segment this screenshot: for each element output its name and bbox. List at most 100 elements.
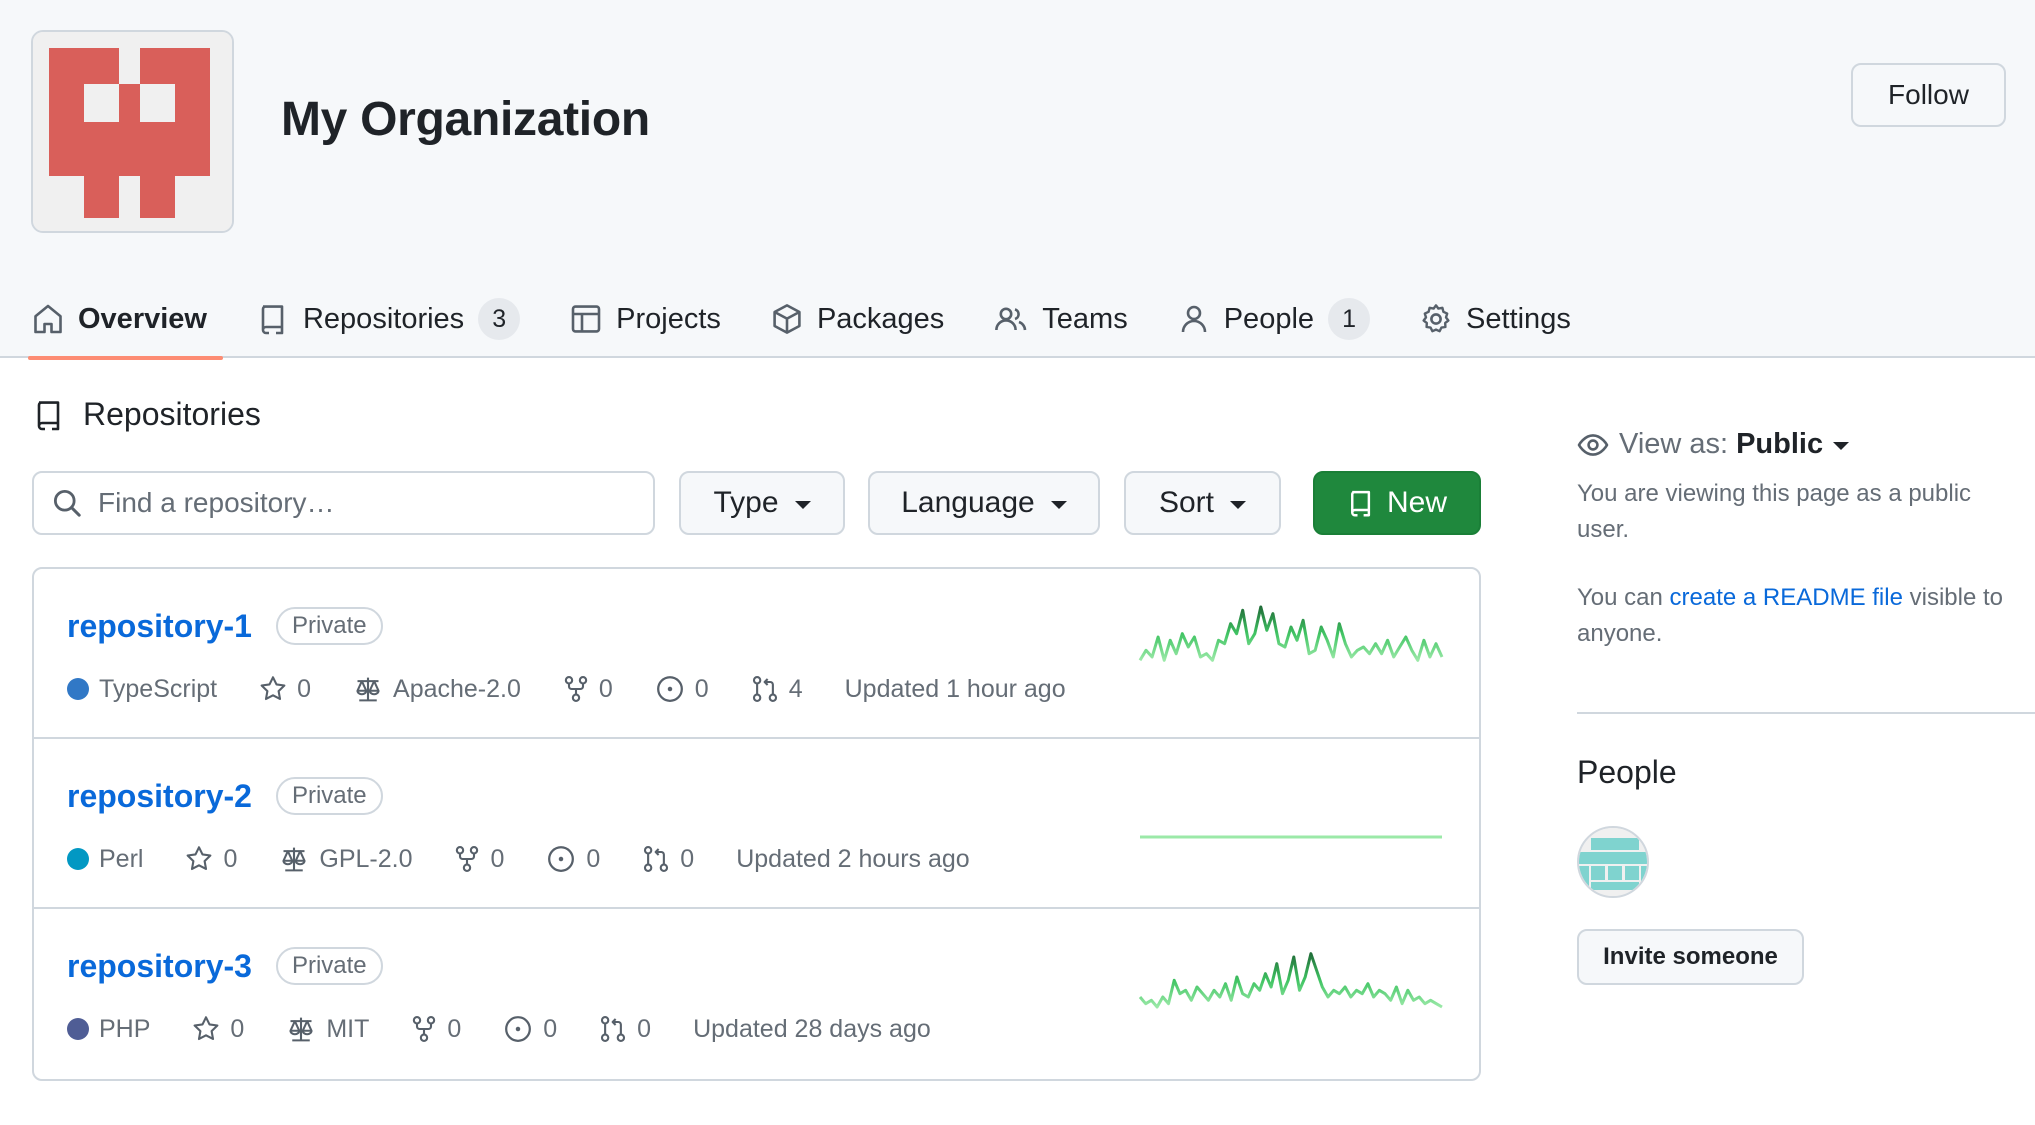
- repo-name-link[interactable]: repository-3: [67, 948, 252, 985]
- tab-people[interactable]: People 1: [1178, 280, 1371, 358]
- pull-request-icon: [751, 675, 779, 703]
- repo-search-box[interactable]: [32, 471, 655, 535]
- sparkline-path: [1138, 605, 1444, 662]
- create-readme-link[interactable]: create a README file: [1670, 584, 1903, 611]
- readme-prefix: You can: [1577, 584, 1670, 611]
- repo-stars[interactable]: 0: [192, 1015, 244, 1044]
- forks-count: 0: [447, 1014, 462, 1043]
- sort-filter-button[interactable]: Sort: [1124, 471, 1281, 535]
- language-label: TypeScript: [99, 674, 218, 703]
- repositories-counter: 3: [478, 298, 521, 340]
- tab-projects[interactable]: Projects: [570, 280, 721, 358]
- view-as-dropdown[interactable]: View as: Public: [1577, 428, 1850, 461]
- issues-count: 0: [586, 844, 601, 873]
- tab-repositories-label: Repositories: [302, 302, 465, 335]
- org-identicon: [33, 32, 232, 231]
- repo-icon: [1347, 489, 1375, 517]
- repo-language: TypeScript: [67, 675, 217, 704]
- language-label: Perl: [99, 844, 144, 873]
- repo-issues[interactable]: 0: [503, 1014, 557, 1044]
- license-label: MIT: [326, 1014, 370, 1043]
- repo-row: repository-1 Private TypeScript 0 Apache…: [34, 569, 1479, 739]
- repo-name-link[interactable]: repository-2: [67, 778, 252, 815]
- type-filter-button[interactable]: Type: [679, 471, 845, 535]
- people-counter: 1: [1328, 298, 1371, 340]
- repo-head: repository-3 Private: [67, 947, 383, 985]
- table-icon: [570, 303, 602, 335]
- updated-time: Updated 2 hours ago: [736, 844, 970, 873]
- people-icon: [994, 303, 1028, 335]
- tab-settings-label: Settings: [1466, 302, 1571, 335]
- repo-issues[interactable]: 0: [655, 674, 709, 704]
- gear-icon: [1420, 303, 1452, 335]
- repo-pulls[interactable]: 0: [599, 1015, 651, 1044]
- viewing-note: You are viewing this page as a public us…: [1577, 480, 1972, 543]
- repo-language: Perl: [67, 845, 143, 874]
- repo-list: repository-1 Private TypeScript 0 Apache…: [32, 567, 1481, 1081]
- pulls-count: 0: [680, 844, 695, 873]
- license-label: Apache-2.0: [393, 674, 521, 703]
- repo-language: PHP: [67, 1015, 150, 1044]
- repo-stars[interactable]: 0: [259, 675, 311, 704]
- tab-packages[interactable]: Packages: [771, 280, 944, 358]
- law-icon: [286, 1015, 316, 1043]
- fork-icon: [454, 845, 480, 873]
- repo-pulls[interactable]: 4: [751, 675, 803, 704]
- org-header: My Organization Follow Overview Reposito…: [0, 0, 2035, 360]
- caret-down-icon: [1230, 501, 1247, 509]
- sparkline-path: [1138, 952, 1443, 1009]
- law-icon: [279, 845, 309, 873]
- issues-count: 0: [694, 674, 709, 703]
- language-filter-label: Language: [901, 486, 1035, 519]
- section-title-label: Repositories: [83, 396, 261, 432]
- org-avatar[interactable]: [31, 30, 234, 233]
- language-filter-button[interactable]: Language: [868, 471, 1100, 535]
- readme-note: You can create a README file visible to …: [1577, 580, 2027, 652]
- repo-forks[interactable]: 0: [563, 675, 613, 704]
- repo-pulls[interactable]: 0: [642, 845, 694, 874]
- pull-request-icon: [642, 845, 670, 873]
- repositories-section-title: Repositories: [33, 396, 261, 433]
- visibility-badge: Private: [275, 607, 383, 645]
- invite-someone-button[interactable]: Invite someone: [1577, 929, 1804, 985]
- tab-packages-label: Packages: [816, 302, 945, 335]
- new-repo-button[interactable]: New: [1313, 471, 1481, 535]
- member-avatar[interactable]: [1577, 826, 1649, 898]
- tab-overview[interactable]: Overview: [28, 280, 223, 360]
- repo-search-input[interactable]: [96, 486, 636, 520]
- org-name: My Organization: [281, 93, 650, 146]
- stars-count: 0: [230, 1014, 245, 1043]
- star-icon: [192, 1015, 220, 1043]
- sort-filter-label: Sort: [1158, 486, 1215, 519]
- org-nav: Overview Repositories 3 Projects Package…: [28, 280, 1621, 360]
- repo-forks[interactable]: 0: [411, 1015, 461, 1044]
- fork-icon: [411, 1015, 437, 1043]
- repo-stars[interactable]: 0: [185, 845, 237, 874]
- follow-button[interactable]: Follow: [1851, 63, 2006, 127]
- repo-forks[interactable]: 0: [454, 845, 504, 874]
- people-title: People: [1577, 754, 1677, 790]
- tab-teams-label: Teams: [1042, 302, 1128, 335]
- language-color-dot: [67, 848, 89, 870]
- fork-icon: [563, 675, 589, 703]
- repo-row: repository-3 Private PHP 0 MIT 0 0 0 Upd…: [34, 909, 1479, 1079]
- repo-meta: TypeScript 0 Apache-2.0 0 0 4 Updated 1 …: [67, 674, 1066, 704]
- issue-icon: [546, 844, 576, 874]
- tab-teams[interactable]: Teams: [994, 280, 1128, 358]
- tab-projects-label: Projects: [616, 302, 721, 335]
- repo-name-link[interactable]: repository-1: [67, 608, 252, 645]
- star-icon: [185, 845, 213, 873]
- repo-issues[interactable]: 0: [546, 844, 600, 874]
- visibility-badge: Private: [275, 947, 383, 985]
- view-as-label: View as:: [1619, 428, 1729, 460]
- tab-repositories[interactable]: Repositories 3: [257, 280, 521, 358]
- activity-sparkline: [1138, 605, 1444, 662]
- repo-license: Apache-2.0: [353, 675, 521, 704]
- person-icon: [1178, 303, 1210, 335]
- caret-down-icon: [1050, 501, 1067, 509]
- tab-settings[interactable]: Settings: [1420, 280, 1571, 358]
- repo-license: MIT: [286, 1015, 369, 1044]
- eye-icon: [1577, 429, 1609, 461]
- forks-count: 0: [598, 674, 613, 703]
- language-color-dot: [67, 1018, 89, 1040]
